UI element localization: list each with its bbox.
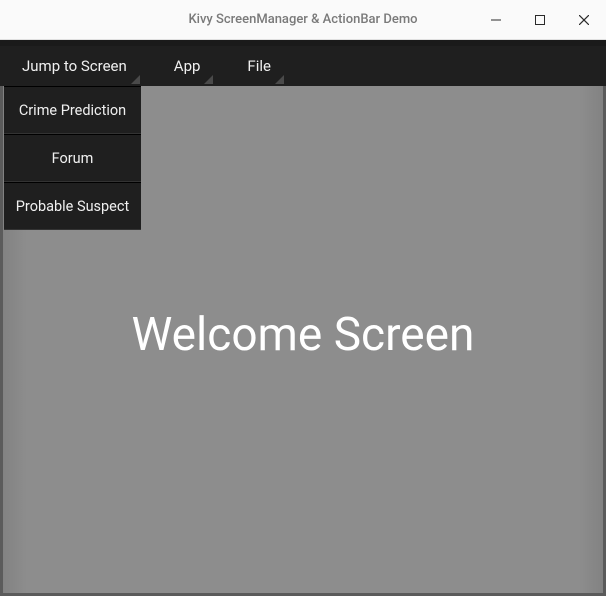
chevron-down-icon [275,75,284,84]
dropdown-label: Forum [52,150,94,167]
close-button[interactable] [562,0,606,40]
actionbar: Jump to Screen App File [0,46,606,86]
window-title: Kivy ScreenManager & ActionBar Demo [188,12,417,27]
app-window: Kivy ScreenManager & ActionBar Demo Jump… [0,0,606,596]
menu-jump-to-screen[interactable]: Jump to Screen [14,46,148,86]
maximize-button[interactable] [518,0,562,40]
menu-app[interactable]: App [166,46,222,86]
dropdown-label: Crime Prediction [19,102,126,119]
dropdown-item-probable-suspect[interactable]: Probable Suspect [4,182,141,230]
minimize-button[interactable] [474,0,518,40]
menu-file[interactable]: File [239,46,292,86]
dropdown-item-crime-prediction[interactable]: Crime Prediction [4,86,141,134]
dropdown-label: Probable Suspect [16,198,129,215]
window-controls [474,0,606,39]
jump-to-screen-dropdown: Crime Prediction Forum Probable Suspect [4,86,141,230]
close-icon [579,15,589,25]
chevron-down-icon [131,75,140,84]
menu-label: File [247,57,271,75]
dropdown-item-forum[interactable]: Forum [4,134,141,182]
minimize-icon [491,15,501,25]
welcome-heading: Welcome Screen [132,308,475,362]
menu-label: Jump to Screen [22,57,127,75]
menu-label: App [174,57,201,75]
titlebar: Kivy ScreenManager & ActionBar Demo [0,0,606,40]
maximize-icon [535,15,545,25]
chevron-down-icon [204,75,213,84]
